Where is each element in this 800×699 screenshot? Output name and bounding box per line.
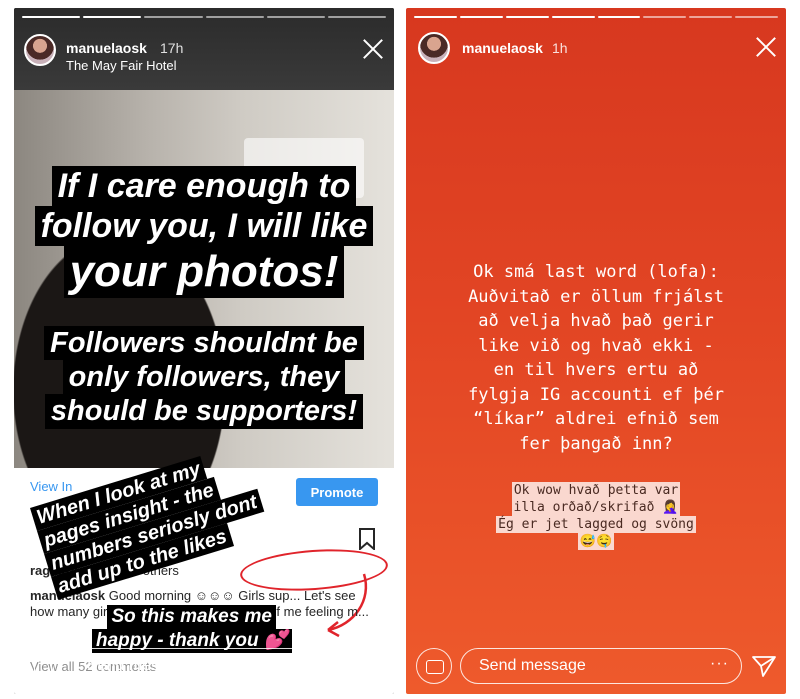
progress-segment — [505, 16, 549, 18]
more-icon[interactable]: ··· — [710, 655, 729, 673]
camera-icon[interactable] — [416, 648, 452, 684]
bookmark-icon[interactable] — [358, 528, 376, 550]
story-small-text: Ok wow hvað þetta var illa orðað/skrifað… — [406, 482, 786, 550]
overlay-line: only followers, they — [62, 360, 346, 395]
overlay-line: should be supporters! — [44, 394, 364, 429]
overlay-text-block: If I care enough to follow you, I will l… — [14, 166, 394, 299]
progress-segment — [551, 16, 595, 18]
story-text-line: að velja hvað það gerir — [478, 311, 714, 331]
left-story[interactable]: manuelaosk 17h The May Fair Hotel View I… — [14, 8, 394, 694]
thanks-line: So this makes me — [107, 605, 277, 629]
progress-segment — [459, 16, 503, 18]
right-story[interactable]: manuelaosk 1h Ok smá last word (lofa): A… — [406, 8, 786, 694]
progress-segment — [689, 16, 733, 18]
send-icon[interactable] — [752, 655, 776, 677]
story-main-text: Ok smá last word (lofa): Auðvitað er öll… — [406, 260, 786, 456]
story-text-line: Auðvitað er öllum frjálst — [468, 286, 724, 307]
send-message-input[interactable]: Send message — [68, 648, 350, 684]
overlay-line: follow you, I will like — [34, 206, 374, 247]
close-icon[interactable] — [362, 38, 384, 60]
story-text-line: Ok smá last word (lofa): — [473, 262, 719, 282]
small-text-line: Ok wow hvað þetta var — [511, 482, 681, 499]
story-location[interactable]: The May Fair Hotel — [66, 58, 177, 73]
small-text-line: illa orðað/skrifað 🤦‍♀️ — [511, 499, 681, 516]
story-progress-bar — [22, 16, 387, 18]
overlay-text-block: Followers shouldnt be only followers, th… — [14, 326, 394, 429]
story-text-line: “líkar” aldrei efnið sem — [473, 409, 719, 429]
progress-segment — [735, 16, 778, 18]
story-text-line: fer þangað inn? — [519, 433, 673, 454]
overlay-line: If I care enough to — [51, 166, 357, 207]
overlay-line: Followers shouldnt be — [44, 326, 364, 361]
progress-segment — [327, 16, 387, 18]
send-icon[interactable] — [360, 655, 384, 677]
story-reply-bar: Send message — [14, 636, 394, 694]
overlay-line: your photos! — [63, 246, 345, 299]
view-insights-link[interactable]: View In — [30, 479, 72, 494]
story-text-line: fylgja IG accounti ef þér — [468, 384, 724, 405]
send-message-input[interactable]: Send message ··· — [460, 648, 742, 684]
progress-segment — [597, 16, 641, 18]
story-time-ago: 17h — [160, 40, 184, 56]
promote-button[interactable]: Promote — [296, 478, 378, 506]
close-icon[interactable] — [755, 36, 777, 58]
story-progress-bar — [414, 16, 778, 18]
send-message-placeholder: Send message — [479, 657, 586, 674]
progress-segment — [22, 16, 81, 18]
small-text-line: 😅🤤 — [577, 533, 615, 550]
story-reply-bar: Send message ··· — [406, 636, 786, 694]
progress-segment — [144, 16, 203, 18]
avatar[interactable] — [24, 34, 56, 66]
story-username[interactable]: manuelaosk — [66, 40, 147, 56]
progress-segment — [643, 16, 687, 18]
progress-segment — [414, 16, 457, 18]
progress-segment — [83, 16, 142, 18]
camera-icon[interactable] — [24, 648, 60, 684]
story-text-line: like við og hvað ekki - — [478, 335, 714, 356]
story-time-ago: 1h — [552, 40, 568, 56]
story-username[interactable]: manuelaosk — [462, 40, 543, 56]
progress-segment — [266, 16, 325, 18]
story-text-line: en til hvers ertu að — [493, 360, 699, 380]
small-text-line: Ég er jet lagged og svöng — [496, 516, 696, 533]
progress-segment — [205, 16, 264, 18]
send-message-placeholder: Send message — [87, 657, 194, 674]
avatar[interactable] — [418, 32, 450, 64]
